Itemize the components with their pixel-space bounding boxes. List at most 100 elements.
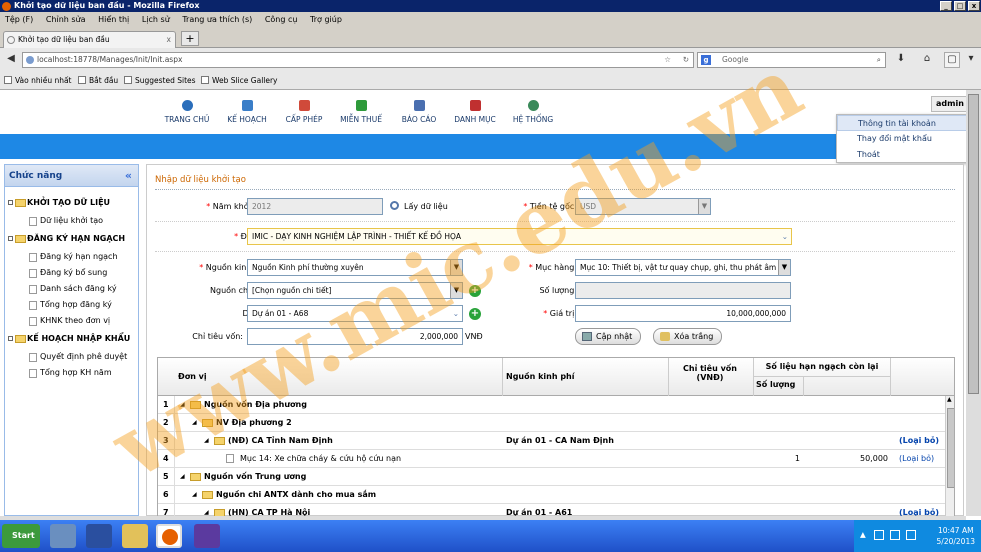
expand-toggle-icon[interactable]: ◢ — [204, 432, 209, 449]
home-icon[interactable]: ⌂ — [918, 52, 936, 68]
collapse-icon[interactable]: « — [125, 165, 132, 187]
menu-chevron-icon[interactable]: ▾ — [964, 52, 978, 68]
search-box[interactable]: g Google ⌕ — [697, 52, 886, 68]
account-info-item[interactable]: Thông tin tài khoản — [837, 115, 977, 131]
nav-home[interactable]: TRANG CHỦ — [164, 100, 210, 124]
back-button[interactable]: ◀ — [3, 52, 19, 68]
item-select[interactable]: Mục 10: Thiết bị, vật tư quay chụp, ghi,… — [575, 259, 791, 276]
table-row[interactable]: 1 ◢ Nguồn vốn Địa phương — [158, 396, 945, 414]
nav-tax-exempt[interactable]: MIỄN THUẾ — [338, 100, 384, 124]
nav-report[interactable]: BÁO CÁO — [398, 100, 440, 124]
project-select[interactable]: Dự án 01 - A68 ⌄ — [247, 305, 463, 322]
bookmark-most-visited[interactable]: Vào nhiều nhất — [4, 72, 72, 90]
expand-toggle-icon[interactable]: ◢ — [192, 414, 197, 431]
download-icon[interactable]: ⬇ — [893, 52, 909, 68]
nav-catalog[interactable]: DANH MỤC — [452, 100, 498, 124]
search-icon[interactable] — [390, 201, 399, 210]
quantity-input[interactable] — [575, 282, 791, 299]
sidebar-item-init-data[interactable]: Dữ liệu khởi tạo — [5, 213, 138, 229]
sidebar-item-register-extra[interactable]: Đăng ký bổ sung — [5, 265, 138, 281]
expand-toggle-icon[interactable]: ◢ — [180, 396, 185, 413]
bookmark-star-icon[interactable]: ☆ — [664, 53, 671, 67]
start-button[interactable]: Start — [2, 524, 40, 548]
server-manager-icon[interactable] — [50, 524, 76, 548]
nav-license[interactable]: CẤP PHÉP — [282, 100, 326, 124]
nav-system[interactable]: HỆ THỐNG — [510, 100, 556, 124]
close-window-button[interactable]: x — [968, 1, 980, 11]
menu-file[interactable]: Tệp (F) — [5, 15, 33, 24]
bookmark-suggested-sites[interactable]: Suggested Sites — [124, 72, 196, 90]
volume-icon[interactable] — [906, 530, 916, 540]
reload-icon[interactable]: ↻ — [683, 53, 689, 67]
table-row[interactable]: 6 ◢ Nguồn chi ANTX dành cho mua sắm — [158, 486, 945, 504]
bookmark-web-slice[interactable]: Web Slice Gallery — [201, 72, 278, 90]
page-scrollbar[interactable] — [966, 90, 981, 516]
expand-toggle-icon[interactable]: ◢ — [192, 486, 197, 503]
update-button[interactable]: Cập nhật — [575, 328, 642, 345]
sidebar-group-register[interactable]: ĐĂNG KÝ HẠN NGẠCH — [5, 229, 138, 249]
firefox-taskbar-icon[interactable] — [156, 524, 182, 548]
remove-link[interactable]: (Loại bỏ) — [899, 450, 934, 467]
scroll-up-icon[interactable]: ▲ — [947, 396, 952, 403]
table-row[interactable]: 2 ◢ NV Địa phương 2 — [158, 414, 945, 432]
unit-select[interactable]: IMIC - DẠY KINH NGHIỆM LẬP TRÌNH - THIẾT… — [247, 228, 792, 245]
value-label: * Giá trị: — [543, 309, 577, 318]
remove-link[interactable]: (Loại bỏ) — [899, 432, 939, 449]
menu-help[interactable]: Trợ giúp — [310, 15, 342, 24]
sidebar-item-register-list[interactable]: Danh sách đăng ký — [5, 281, 138, 297]
browser-tab[interactable]: Khởi tạo dữ liệu ban đầu x — [3, 31, 176, 48]
flag-icon[interactable] — [874, 530, 884, 540]
menu-view[interactable]: Hiển thị — [98, 15, 129, 24]
collapse-toggle-icon[interactable] — [8, 336, 13, 341]
new-tab-button[interactable]: + — [181, 31, 199, 46]
expand-toggle-icon[interactable]: ◢ — [180, 468, 185, 485]
network-icon[interactable] — [890, 530, 900, 540]
document-icon — [29, 253, 37, 262]
nav-plan[interactable]: KẾ HOẠCH — [224, 100, 270, 124]
sidebar-group-import-plan[interactable]: KẾ HOẠCH NHẬP KHẨU — [5, 329, 138, 349]
minimize-button[interactable]: _ — [940, 1, 952, 11]
globe-icon — [26, 56, 34, 64]
sidebar: Chức năng « KHỞI TẠO DỮ LIỆU Dữ liệu khở… — [4, 164, 139, 516]
value-input[interactable]: 10,000,000,000 — [575, 305, 791, 322]
sidebar-item-register-quota[interactable]: Đăng ký hạn ngạch — [5, 249, 138, 265]
page-scroll-thumb[interactable] — [968, 94, 979, 394]
explorer-icon[interactable] — [122, 524, 148, 548]
currency-select[interactable]: USD ▼ — [575, 198, 711, 215]
sidebar-group-init[interactable]: KHỞI TẠO DỮ LIỆU — [5, 193, 138, 213]
tab-close-icon[interactable]: x — [167, 32, 171, 48]
menu-tools[interactable]: Công cụ — [265, 15, 298, 24]
year-input[interactable]: 2012 — [247, 198, 383, 215]
menu-history[interactable]: Lịch sử — [142, 15, 170, 24]
powershell-icon[interactable] — [86, 524, 112, 548]
sidebar-item-khnk-by-unit[interactable]: KHNK theo đơn vị — [5, 313, 138, 329]
sidebar-item-register-summary[interactable]: Tổng hợp đăng ký — [5, 297, 138, 313]
sidebar-item-approval[interactable]: Quyết định phê duyệt — [5, 349, 138, 365]
plan-icon — [241, 100, 253, 111]
table-row[interactable]: 3 ◢ (NĐ) CA Tỉnh Nam Định Dự án 01 - CA Nam… — [158, 432, 945, 450]
clock[interactable]: 10:47 AM 5/20/2013 — [937, 525, 975, 547]
visual-studio-icon[interactable] — [194, 524, 220, 548]
menu-edit[interactable]: Chỉnh sửa — [46, 15, 86, 24]
addon-icon[interactable]: ▢ — [944, 52, 960, 68]
menu-bookmarks[interactable]: Trang ưa thích (s) — [182, 15, 252, 24]
grid-scrollbar[interactable]: ▲ — [945, 396, 954, 516]
search-icon[interactable]: ⌕ — [877, 53, 881, 67]
sidebar-item-annual-summary[interactable]: Tổng hợp KH năm — [5, 365, 138, 381]
clear-button[interactable]: Xóa trắng — [653, 328, 723, 345]
table-row[interactable]: 4 Mục 14: Xe chữa cháy & cứu hộ cứu nạn 1 5… — [158, 450, 945, 468]
funding-select[interactable]: Nguồn Kinh phí thường xuyên ▼ — [247, 259, 463, 276]
load-data-link[interactable]: Lấy dữ liệu — [404, 202, 448, 211]
logout-item[interactable]: Thoát — [837, 147, 977, 163]
budget-input[interactable]: 2,000,000 — [247, 328, 463, 345]
grid-scroll-thumb[interactable] — [947, 408, 954, 488]
detail-source-select[interactable]: [Chọn nguồn chi tiết] ▼ — [247, 282, 463, 299]
address-bar[interactable]: localhost:18778/Manages/Init/Init.aspx ☆… — [22, 52, 694, 68]
maximize-button[interactable]: □ — [954, 1, 966, 11]
table-row[interactable]: 5 ◢ Nguồn vốn Trung ương — [158, 468, 945, 486]
collapse-toggle-icon[interactable] — [8, 236, 13, 241]
tray-chevron-icon[interactable]: ▲ — [860, 530, 866, 539]
change-password-item[interactable]: Thay đổi mật khẩu — [837, 131, 977, 147]
bookmark-getting-started[interactable]: Bắt đầu — [78, 72, 118, 90]
collapse-toggle-icon[interactable] — [8, 200, 13, 205]
